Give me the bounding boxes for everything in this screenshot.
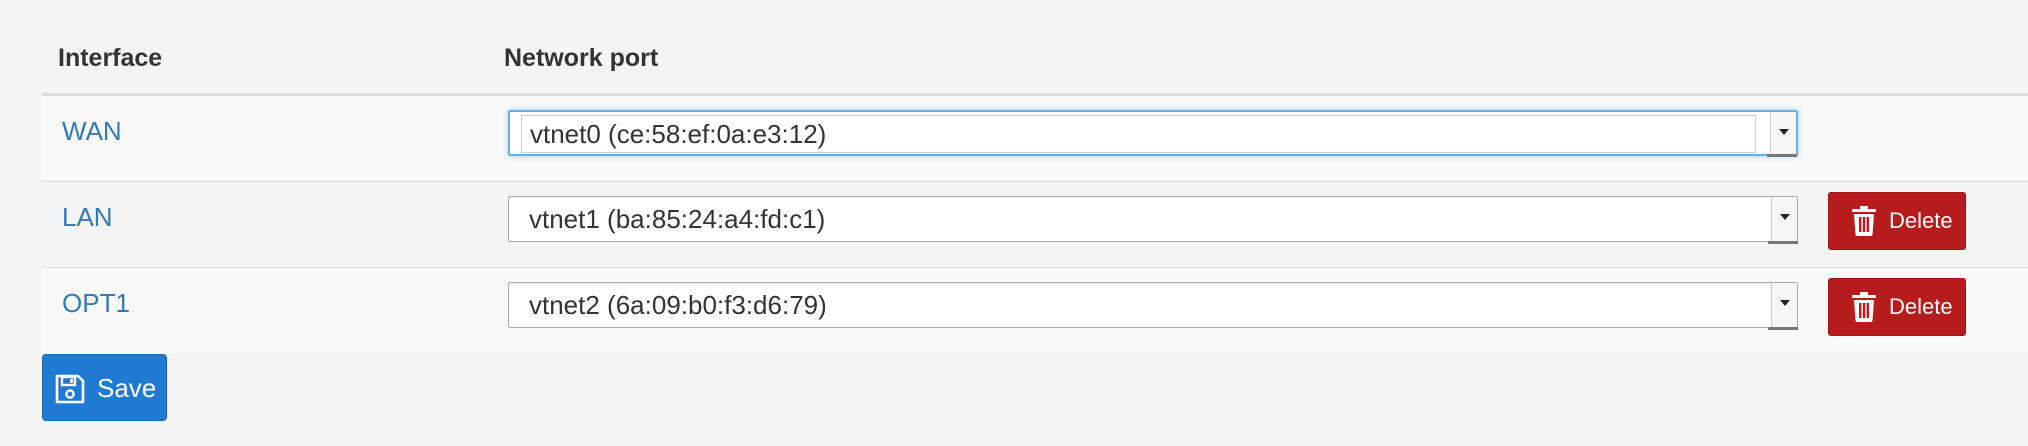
column-header-interface: Interface [58,44,163,72]
table-row: WAN vtnet0 (ce:58:ef:0a:e3:12) [42,96,2028,182]
column-header-network-port: Network port [504,44,659,72]
selected-port-value: vtnet1 (ba:85:24:a4:fd:c1) [529,204,826,234]
dropdown-button[interactable] [1771,197,1797,241]
save-button-label: Save [97,373,157,403]
select-shadow [1768,241,1798,244]
delete-button-label: Delete [1889,294,1953,319]
selected-port-value: vtnet2 (6a:09:b0:f3:d6:79) [529,290,827,320]
network-port-select-wan[interactable]: vtnet0 (ce:58:ef:0a:e3:12) [508,110,1798,157]
interface-link-wan[interactable]: WAN [62,116,122,147]
select-shadow [1767,154,1797,157]
interface-link-lan[interactable]: LAN [62,202,113,233]
interface-link-opt1[interactable]: OPT1 [62,288,130,319]
select-shadow [1768,327,1798,330]
dropdown-button[interactable] [1771,283,1797,327]
chevron-down-icon [1780,300,1790,306]
network-port-select-opt1[interactable]: vtnet2 (6a:09:b0:f3:d6:79) [508,282,1798,330]
table-row: OPT1 vtnet2 (6a:09:b0:f3:d6:79) Delete [42,268,2028,354]
delete-lan-button[interactable]: Delete [1828,192,1966,250]
save-button[interactable]: Save [42,354,167,421]
trash-icon [1852,206,1876,236]
dropdown-button[interactable] [1770,112,1796,154]
interface-assignments-table: Interface Network port WAN vtnet0 (ce:58… [42,0,2028,354]
chevron-down-icon [1780,214,1790,220]
network-port-select-lan[interactable]: vtnet1 (ba:85:24:a4:fd:c1) [508,196,1798,244]
trash-icon [1852,292,1876,322]
delete-opt1-button[interactable]: Delete [1828,278,1966,336]
delete-button-label: Delete [1889,208,1953,233]
chevron-down-icon [1779,129,1789,135]
save-icon [55,374,85,404]
selected-port-value: vtnet0 (ce:58:ef:0a:e3:12) [530,119,827,149]
table-header: Interface Network port [42,0,2028,96]
table-row: LAN vtnet1 (ba:85:24:a4:fd:c1) Delete [42,182,2028,268]
